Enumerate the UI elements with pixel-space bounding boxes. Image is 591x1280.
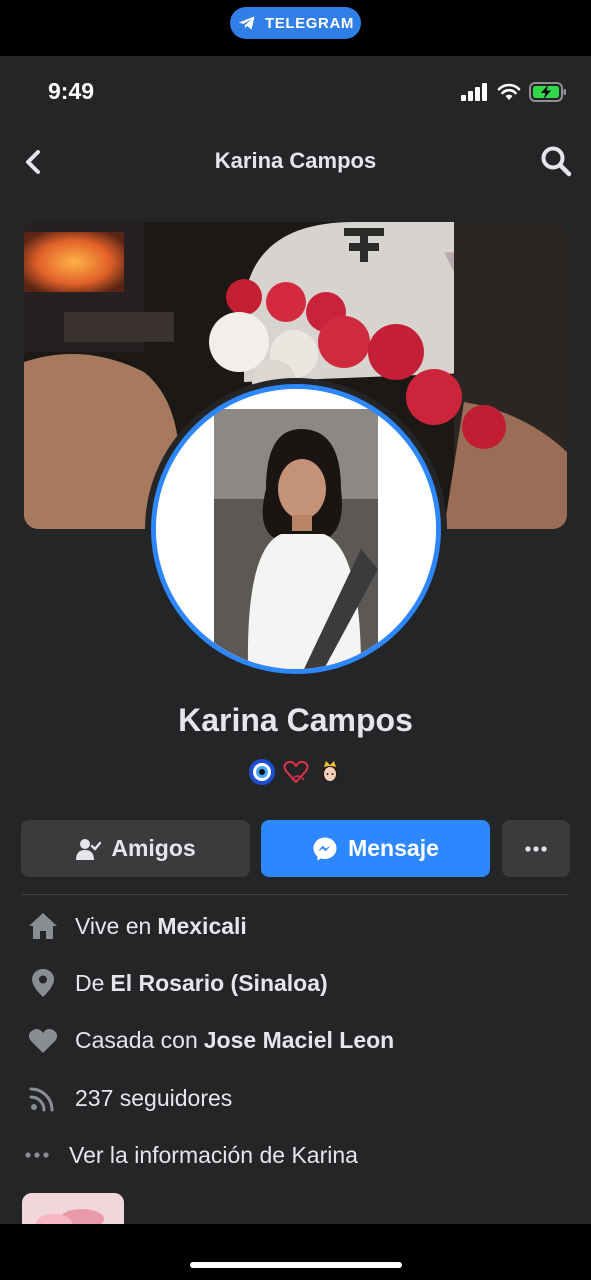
info-row-from: De El Rosario (Sinaloa) xyxy=(24,963,328,1003)
section-divider xyxy=(22,894,569,895)
battery-charging-icon xyxy=(529,82,566,102)
message-button[interactable]: Mensaje xyxy=(261,820,490,877)
info-row-relationship: Casada con Jose Maciel Leon xyxy=(24,1020,394,1060)
info-row-followers[interactable]: 237 seguidores xyxy=(24,1078,232,1118)
from-prefix: De xyxy=(75,969,105,996)
telegram-icon xyxy=(238,16,255,30)
from-value[interactable]: El Rosario (Sinaloa) xyxy=(110,970,327,997)
more-dots-icon xyxy=(525,845,547,852)
heart-icon xyxy=(24,1021,62,1059)
facebook-profile-screen: 9:49 Karina Campos Karina Campos Amigos … xyxy=(0,56,591,1224)
lives-value[interactable]: Mexicali xyxy=(157,913,247,940)
friends-label: Amigos xyxy=(111,835,196,861)
profile-photo xyxy=(151,384,441,674)
married-prefix: Casada con xyxy=(75,1026,198,1053)
more-options-button[interactable] xyxy=(502,820,570,877)
evil-eye-icon xyxy=(248,759,275,785)
top-banner: TELEGRAM xyxy=(0,0,591,56)
nav-title: Karina Campos xyxy=(214,148,377,173)
friends-button[interactable]: Amigos xyxy=(21,820,250,877)
princess-icon xyxy=(321,761,338,781)
avatar[interactable] xyxy=(145,378,447,680)
status-bar: 9:49 xyxy=(0,56,591,126)
profile-name: Karina Campos xyxy=(178,702,413,738)
followers-count: 237 seguidores xyxy=(75,1084,233,1111)
home-indicator[interactable] xyxy=(190,1262,402,1268)
home-indicator-bar xyxy=(0,1224,591,1280)
see-info-label: Ver la información de Karina xyxy=(69,1141,358,1168)
ellipsis-icon xyxy=(20,1136,54,1174)
telegram-label: TELEGRAM xyxy=(265,14,354,32)
photo-thumbnail-image xyxy=(22,1193,124,1224)
profile-emojis xyxy=(0,758,591,786)
see-info-link[interactable]: Ver la información de Karina xyxy=(20,1135,358,1175)
wifi-icon xyxy=(497,83,521,100)
messenger-icon xyxy=(313,837,337,860)
search-icon[interactable] xyxy=(539,144,573,178)
status-time: 9:49 xyxy=(48,78,95,104)
profile-photo-image xyxy=(156,389,436,669)
photo-thumbnail[interactable] xyxy=(22,1193,124,1224)
telegram-pill[interactable]: TELEGRAM xyxy=(230,7,361,39)
user-check-icon xyxy=(76,838,102,860)
status-icons xyxy=(461,82,567,102)
message-label: Mensaje xyxy=(348,835,439,861)
heart-outline-icon xyxy=(283,760,308,784)
nav-header: Karina Campos xyxy=(0,134,591,190)
rss-followers-icon xyxy=(24,1079,62,1117)
lives-prefix: Vive en xyxy=(75,912,152,939)
cellular-signal-icon xyxy=(461,83,487,101)
location-pin-icon xyxy=(24,964,62,1002)
house-icon xyxy=(24,907,62,945)
info-row-lives: Vive en Mexicali xyxy=(24,906,247,946)
married-value[interactable]: Jose Maciel Leon xyxy=(204,1027,394,1054)
